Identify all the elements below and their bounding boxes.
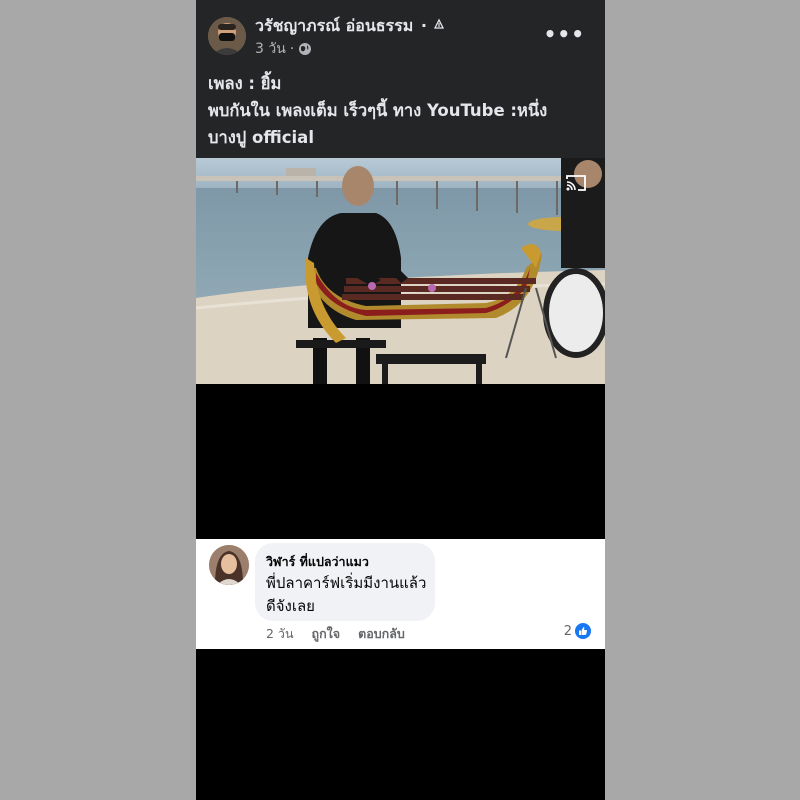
video-player[interactable] (196, 158, 605, 384)
post-text-line: เพลง : ยิ้ม (208, 74, 282, 93)
meta-separator: · (289, 41, 295, 57)
cast-icon[interactable] (565, 174, 587, 192)
post-meta: 3 วัน · (255, 38, 312, 60)
globe-icon (299, 43, 312, 55)
comment-text: พี่ปลาคาร์ฟเริ่มมีงานแล้ว ดีจังเลย (266, 572, 426, 618)
reply-button[interactable]: ตอบกลับ (358, 624, 405, 644)
reaction-summary[interactable]: 2 (564, 623, 591, 639)
like-button[interactable]: ถูกใจ (312, 624, 341, 644)
post-body: เพลง : ยิ้ม พบกันใน เพลงเต็ม เร็วๆนี้ ทา… (208, 70, 588, 151)
post-time[interactable]: 3 วัน (255, 38, 286, 60)
comment-text-line: พี่ปลาคาร์ฟเริ่มมีงานแล้ว (266, 574, 427, 592)
post-header: วรัชญาภรณ์ อ่อนธรรม · 3 วัน · ••• เพลง :… (196, 0, 605, 158)
pen-nib-icon (433, 18, 444, 29)
commenter-avatar[interactable] (209, 545, 249, 585)
post-text-line: บางปู official (208, 128, 314, 147)
author-name[interactable]: วรัชญาภรณ์ อ่อนธรรม · (255, 14, 445, 39)
comment-time[interactable]: 2 วัน (266, 624, 294, 644)
post-text-line: พบกันใน เพลงเต็ม เร็วๆนี้ ทาง YouTube :ห… (208, 101, 548, 120)
video-thumbnail (196, 158, 605, 384)
author-name-text[interactable]: วรัชญาภรณ์ อ่อนธรรม (255, 16, 413, 35)
separator-dot: · (420, 16, 427, 35)
comment-actions: 2 วัน ถูกใจ ตอบกลับ (266, 624, 405, 644)
comment-text-line: ดีจังเลย (266, 597, 315, 615)
more-options-button[interactable]: ••• (544, 24, 585, 44)
author-avatar[interactable] (208, 17, 246, 55)
reaction-count: 2 (563, 623, 572, 639)
phone-screen: วรัชญาภรณ์ อ่อนธรรม · 3 วัน · ••• เพลง :… (196, 0, 605, 800)
comment-item: วิฬาร์ ที่แปลว่าแมว พี่ปลาคาร์ฟเริ่มมีงา… (196, 539, 605, 649)
comment-bubble: วิฬาร์ ที่แปลว่าแมว พี่ปลาคาร์ฟเริ่มมีงา… (255, 543, 435, 621)
like-reaction-icon (575, 623, 591, 639)
commenter-name[interactable]: วิฬาร์ ที่แปลว่าแมว (266, 552, 369, 572)
